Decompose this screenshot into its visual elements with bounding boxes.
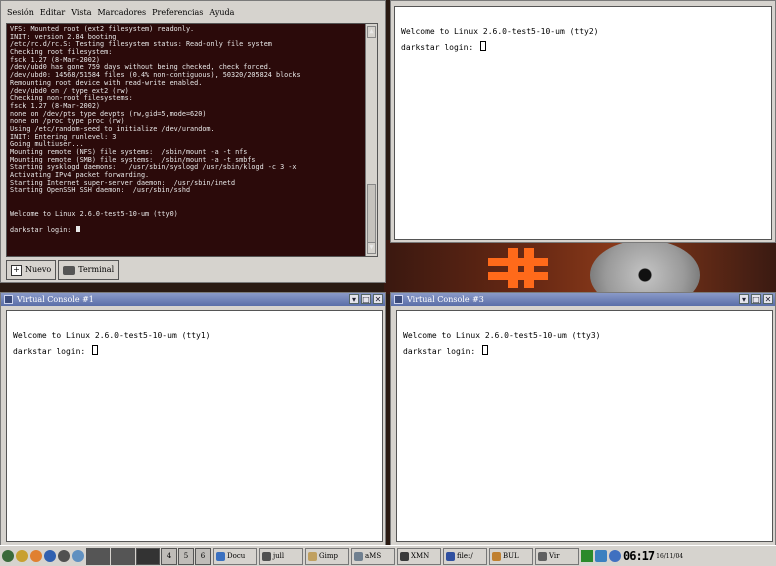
terminal-line: darkstar login: (10, 225, 377, 234)
task-label: Docu (227, 552, 246, 560)
console-welcome: Welcome to Linux 2.6.0-test5-10-um (tty2… (401, 27, 599, 36)
new-tab-button[interactable]: + Nuevo (6, 260, 57, 280)
terminal-output[interactable]: VFS: Mounted root (ext2 filesystem) read… (6, 23, 378, 257)
maximize-button[interactable]: □ (361, 294, 371, 304)
menu-item-1[interactable]: Editar (40, 6, 65, 20)
task-button[interactable]: file:/ (443, 547, 487, 565)
task-label: Gimp (319, 552, 338, 560)
close-icon[interactable]: ✕ (763, 294, 773, 304)
menu-item-4[interactable]: Preferencias (152, 6, 203, 20)
task-label: aMS (365, 552, 382, 560)
virtual-console-1-window: Virtual Console #1 ▾ □ ✕ Welcome to Linu… (0, 292, 386, 546)
menu-item-0[interactable]: Sesión (7, 6, 34, 20)
tab-terminal-label: Terminal (78, 265, 115, 274)
console-login-line: darkstar login: (13, 345, 382, 356)
task-label: BUL (503, 552, 519, 560)
terminal-cursor (76, 225, 81, 232)
console-welcome: Welcome to Linux 2.6.0-test5-10-um (tty3… (403, 331, 601, 340)
launcher-icon[interactable] (16, 550, 28, 562)
plus-icon: + (11, 264, 22, 276)
window-menu-icon[interactable] (4, 295, 13, 304)
new-tab-label: Nuevo (25, 265, 52, 274)
virtual-console-3-window: Virtual Console #3 ▾ □ ✕ Welcome to Linu… (390, 292, 776, 546)
gnome-terminal-window: Sesión Editar Vista Marcadores Preferencias A… (0, 0, 386, 283)
titlebar[interactable]: Virtual Console #3 ▾ □ ✕ (391, 293, 775, 306)
workspace-5[interactable]: 5 (178, 547, 194, 565)
terminal-icon (63, 265, 76, 275)
window-menu-icon[interactable] (394, 295, 403, 304)
workspace-4[interactable]: 4 (161, 547, 177, 565)
console-welcome: Welcome to Linux 2.6.0-test5-10-um (tty1… (13, 331, 211, 340)
task-label: jull (273, 552, 285, 560)
date[interactable]: 16/11/04 (656, 553, 683, 560)
task-icon (492, 551, 501, 561)
terminal-line: Welcome to Linux 2.6.0-test5-10-um (tty0… (10, 209, 178, 218)
terminal-tabbar: + Nuevo Terminal (6, 260, 120, 280)
workspace-1[interactable] (86, 547, 110, 565)
signal-icon[interactable] (581, 550, 593, 562)
task-button[interactable]: Gimp (305, 547, 349, 565)
console-login-line: darkstar login: (401, 41, 771, 52)
mail-icon[interactable] (58, 550, 70, 562)
workspace-2[interactable] (111, 547, 135, 565)
task-icon (538, 551, 547, 561)
volume-icon[interactable] (609, 550, 621, 562)
close-icon[interactable]: ✕ (373, 294, 383, 304)
task-button[interactable]: aMS (351, 547, 395, 565)
tab-terminal[interactable]: Terminal (58, 260, 120, 280)
menu-item-2[interactable]: Vista (71, 6, 91, 20)
terminal-menubar: Sesión Editar Vista Marcadores Preferencias A… (1, 6, 385, 20)
task-button[interactable]: XMN (397, 547, 441, 565)
task-icon (446, 551, 455, 561)
virtual-console-2-window: Welcome to Linux 2.6.0-test5-10-um (tty2… (390, 0, 776, 243)
scroll-down-arrow-icon[interactable]: ▼ (367, 242, 376, 254)
task-button[interactable]: BUL (489, 547, 533, 565)
main-menu-icon[interactable] (2, 550, 14, 562)
browser-icon[interactable] (44, 550, 56, 562)
shade-button[interactable]: ▾ (739, 294, 749, 304)
task-label: XMN (411, 552, 430, 560)
clock[interactable]: 06:17 (623, 549, 655, 563)
desktop-wallpaper (384, 240, 776, 294)
console-tty3[interactable]: Welcome to Linux 2.6.0-test5-10-um (tty3… (396, 310, 773, 542)
workspace-pager: 456 (86, 547, 211, 565)
task-icon (216, 551, 225, 561)
home-icon[interactable] (30, 550, 42, 562)
task-label: file:/ (457, 552, 473, 560)
window-title: Virtual Console #3 (407, 295, 484, 304)
workspace-6[interactable]: 6 (195, 547, 211, 565)
console-tty1[interactable]: Welcome to Linux 2.6.0-test5-10-um (tty1… (6, 310, 383, 542)
task-button[interactable]: jull (259, 547, 303, 565)
console-tty2[interactable]: Welcome to Linux 2.6.0-test5-10-um (tty2… (394, 6, 772, 240)
task-button[interactable]: Docu (213, 547, 257, 565)
cursor (482, 345, 489, 355)
task-icon (262, 551, 271, 561)
network-icon[interactable] (595, 550, 607, 562)
cursor (480, 41, 487, 51)
titlebar[interactable]: Virtual Console #1 ▾ □ ✕ (1, 293, 385, 306)
terminal-line: Starting OpenSSH SSH daemon: /usr/sbin/s… (10, 186, 191, 195)
scroll-up-arrow-icon[interactable]: ▲ (367, 26, 376, 38)
task-icon (400, 551, 409, 561)
task-button[interactable]: Vir (535, 547, 579, 565)
workspace-3[interactable] (136, 547, 160, 565)
terminal-scrollbar[interactable]: ▲ ▼ (365, 24, 377, 256)
taskbar: 456 Docu jull Gimp aMS XMN file:/ BUL Vir 06:17… (0, 545, 776, 566)
window-title: Virtual Console #1 (17, 295, 94, 304)
task-icon (308, 551, 317, 561)
shade-button[interactable]: ▾ (349, 294, 359, 304)
menu-item-3[interactable]: Marcadores (97, 6, 146, 20)
maximize-button[interactable]: □ (751, 294, 761, 304)
task-label: Vir (549, 552, 560, 560)
scroll-thumb[interactable] (367, 184, 376, 244)
task-icon (354, 551, 363, 561)
terminal-launcher-icon[interactable] (72, 550, 84, 562)
cursor (92, 345, 99, 355)
console-login-line: darkstar login: (403, 345, 772, 356)
menu-item-5[interactable]: Ayuda (209, 6, 234, 20)
